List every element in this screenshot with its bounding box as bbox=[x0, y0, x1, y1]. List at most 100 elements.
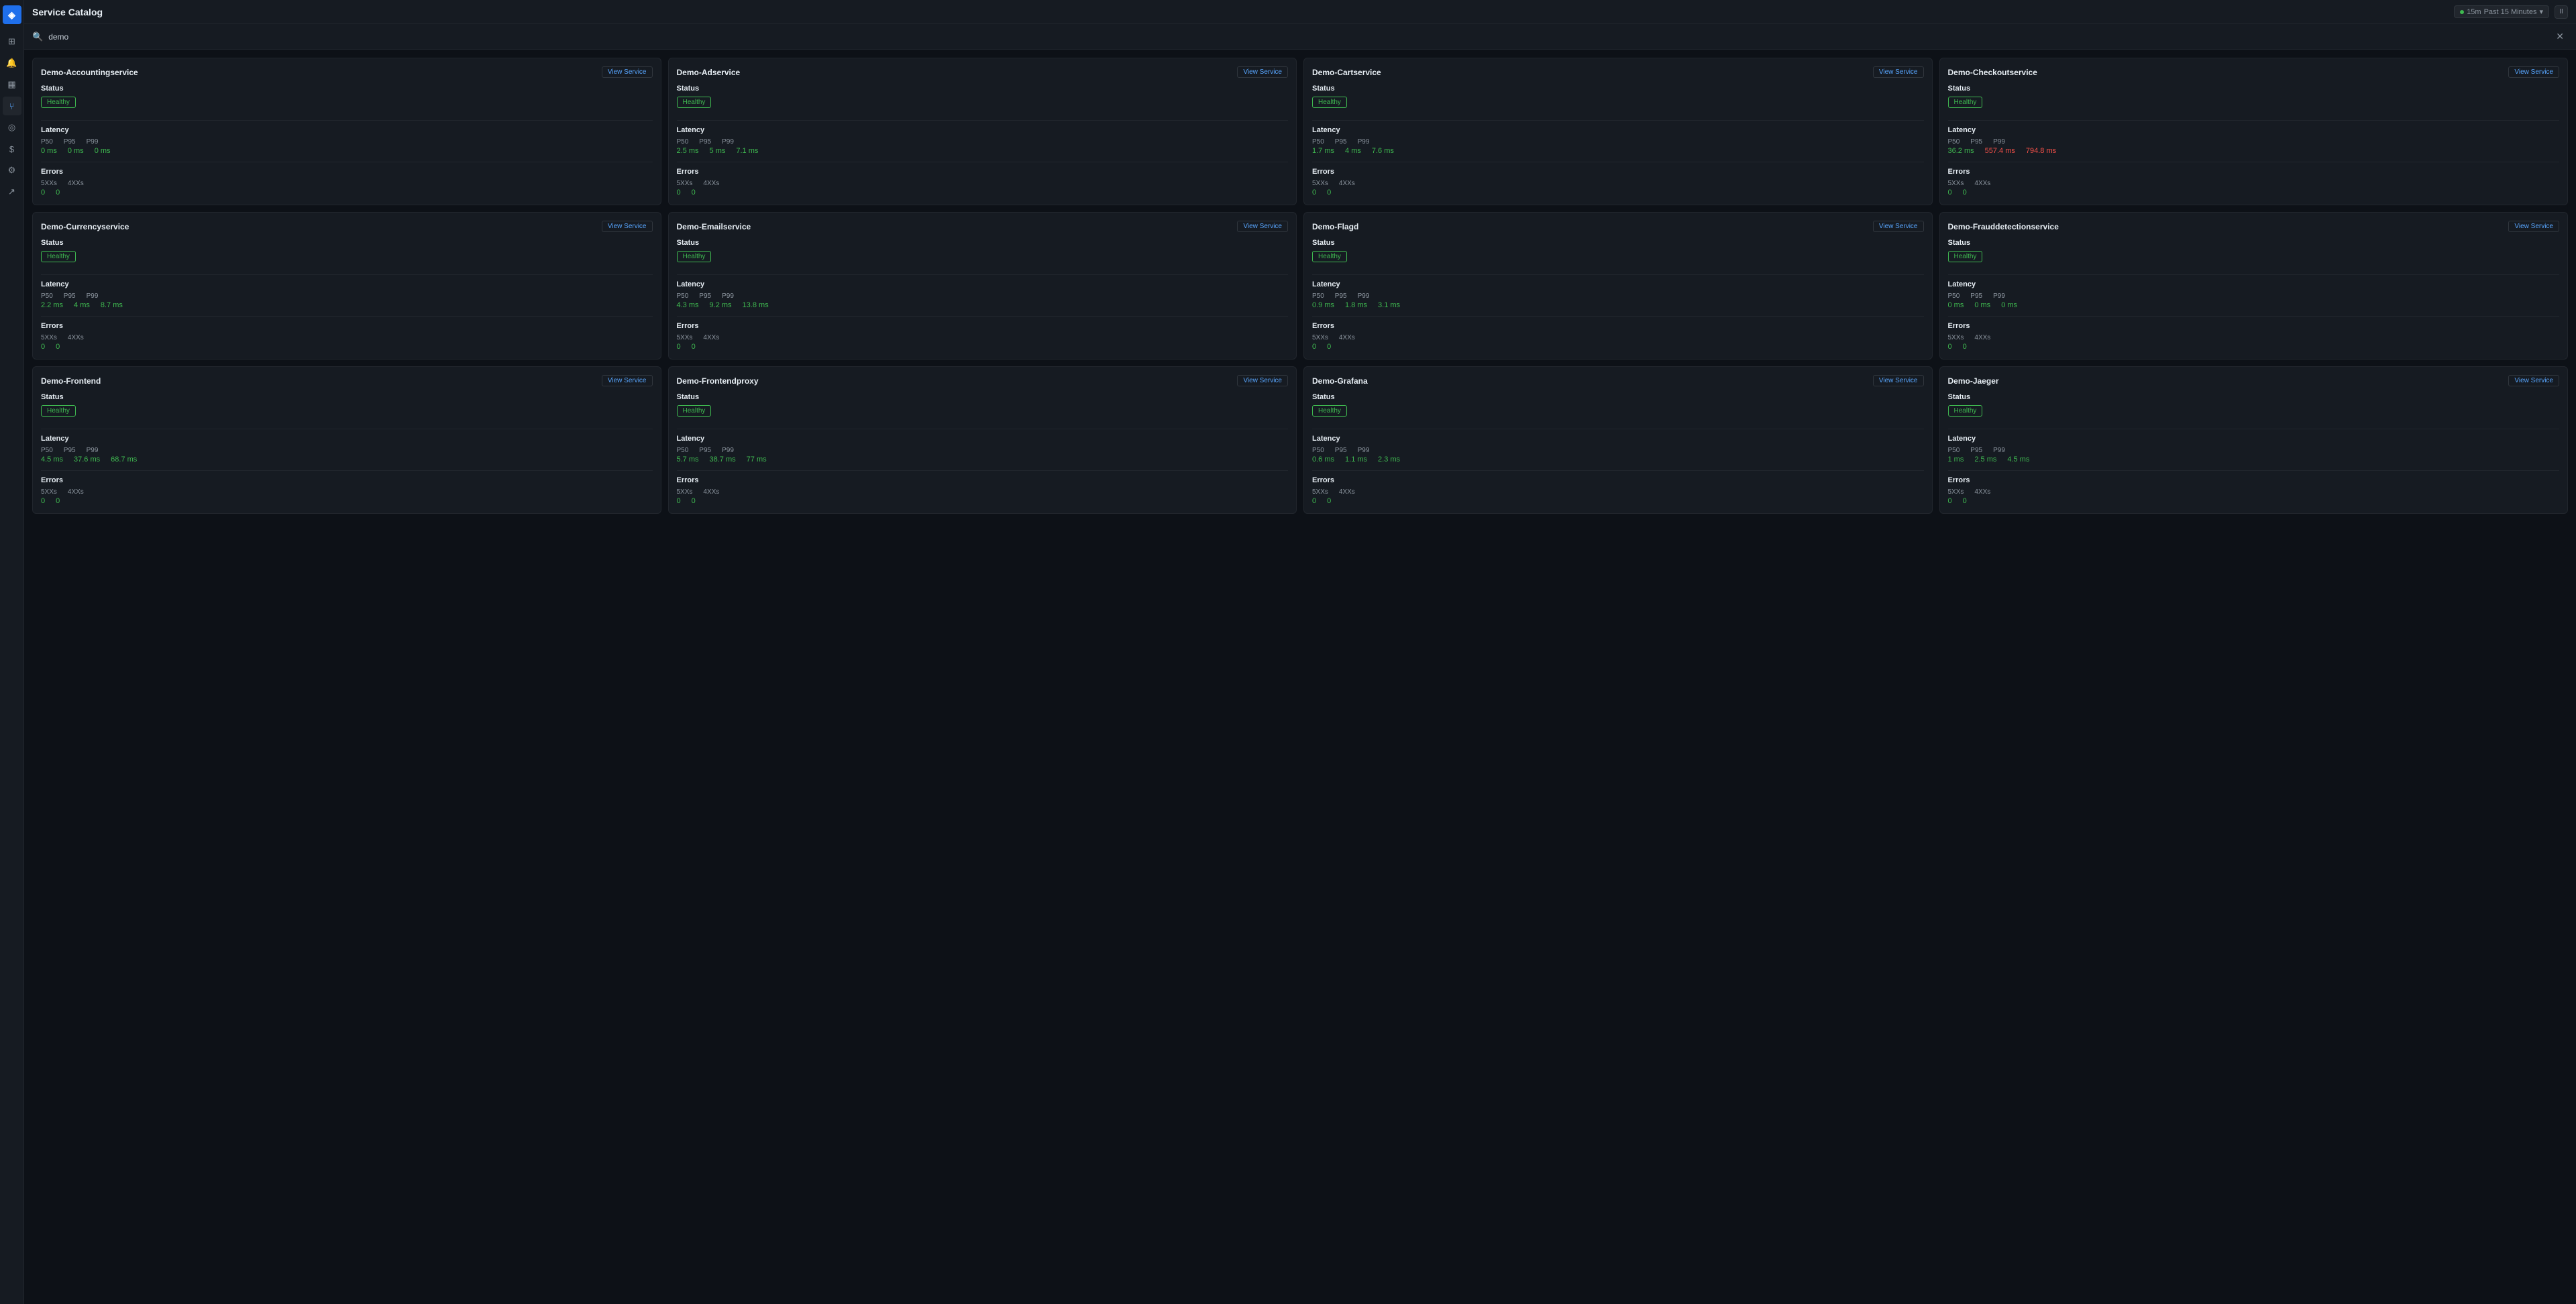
service-card: Demo-Currencyservice View Service Status… bbox=[32, 212, 661, 360]
p50-label: P50 bbox=[1948, 447, 1960, 454]
errors-headers: 5XXs 4XXs bbox=[41, 488, 653, 496]
view-service-button[interactable]: View Service bbox=[1873, 66, 1924, 78]
sidebar-item-chart[interactable]: ▦ bbox=[3, 75, 21, 94]
latency-headers: P50 P95 P99 bbox=[41, 138, 653, 146]
status-badge: Healthy bbox=[41, 251, 76, 262]
view-service-button[interactable]: View Service bbox=[1873, 221, 1924, 232]
4xx-value: 0 bbox=[692, 497, 696, 505]
latency-values: 0 ms 0 ms 0 ms bbox=[41, 147, 653, 155]
time-badge[interactable]: 15m Past 15 Minutes ▾ bbox=[2454, 5, 2549, 18]
divider bbox=[1948, 470, 2560, 471]
status-badge: Healthy bbox=[1312, 405, 1347, 417]
5xx-value: 0 bbox=[1948, 188, 1952, 197]
divider bbox=[1948, 274, 2560, 275]
view-service-button[interactable]: View Service bbox=[602, 66, 653, 78]
4xx-label: 4XXs bbox=[703, 334, 719, 341]
p95-value: 0 ms bbox=[68, 147, 84, 155]
sidebar-item-dollar[interactable]: $ bbox=[3, 140, 21, 158]
service-name: Demo-Emailservice bbox=[677, 222, 751, 231]
latency-headers: P50 P95 P99 bbox=[41, 447, 653, 454]
view-service-button[interactable]: View Service bbox=[2508, 221, 2559, 232]
latency-section: Latency P50 P95 P99 4.3 ms 9.2 ms 13.8 m… bbox=[677, 280, 1289, 309]
5xx-value: 0 bbox=[41, 188, 45, 197]
errors-label: Errors bbox=[677, 168, 1289, 176]
p99-label: P99 bbox=[1993, 447, 2005, 454]
4xx-value: 0 bbox=[692, 188, 696, 197]
5xx-label: 5XXs bbox=[41, 180, 57, 187]
service-card: Demo-Cartservice View Service Status Hea… bbox=[1303, 58, 1933, 205]
p50-value: 0 ms bbox=[1948, 301, 1964, 309]
errors-headers: 5XXs 4XXs bbox=[1312, 334, 1924, 341]
errors-values: 0 0 bbox=[1948, 497, 2560, 505]
divider bbox=[1312, 316, 1924, 317]
5xx-label: 5XXs bbox=[1312, 180, 1328, 187]
5xx-value: 0 bbox=[1948, 497, 1952, 505]
latency-values: 36.2 ms 557.4 ms 794.8 ms bbox=[1948, 147, 2560, 155]
view-service-button[interactable]: View Service bbox=[1873, 375, 1924, 386]
close-icon[interactable]: ✕ bbox=[2552, 30, 2568, 44]
status-label: Status bbox=[1948, 85, 2560, 93]
latency-label: Latency bbox=[677, 126, 1289, 134]
sidebar-item-grid[interactable]: ⊞ bbox=[3, 32, 21, 51]
service-name: Demo-Jaeger bbox=[1948, 376, 1999, 386]
5xx-label: 5XXs bbox=[1312, 334, 1328, 341]
divider bbox=[41, 120, 653, 121]
latency-label: Latency bbox=[677, 435, 1289, 443]
status-label: Status bbox=[1312, 85, 1924, 93]
p95-value: 1.8 ms bbox=[1345, 301, 1367, 309]
p99-value: 794.8 ms bbox=[2026, 147, 2056, 155]
latency-values: 2.5 ms 5 ms 7.1 ms bbox=[677, 147, 1289, 155]
sidebar-item-fork[interactable]: ⑂ bbox=[3, 97, 21, 115]
search-input[interactable] bbox=[48, 32, 2546, 42]
sidebar-item-bell[interactable]: 🔔 bbox=[3, 54, 21, 72]
p95-label: P95 bbox=[64, 292, 76, 300]
p95-label: P95 bbox=[699, 447, 711, 454]
view-service-button[interactable]: View Service bbox=[602, 221, 653, 232]
p95-label: P95 bbox=[64, 447, 76, 454]
p95-value: 1.1 ms bbox=[1345, 455, 1367, 464]
view-service-button[interactable]: View Service bbox=[2508, 375, 2559, 386]
view-service-button[interactable]: View Service bbox=[2508, 66, 2559, 78]
view-service-button[interactable]: View Service bbox=[602, 375, 653, 386]
p99-value: 0 ms bbox=[2001, 301, 2017, 309]
latency-headers: P50 P95 P99 bbox=[1312, 138, 1924, 146]
p95-label: P95 bbox=[699, 292, 711, 300]
errors-section: Errors 5XXs 4XXs 0 0 bbox=[41, 322, 653, 351]
5xx-label: 5XXs bbox=[1948, 334, 1964, 341]
p95-label: P95 bbox=[1335, 292, 1347, 300]
service-name: Demo-Accountingservice bbox=[41, 68, 138, 77]
5xx-label: 5XXs bbox=[1948, 488, 1964, 496]
4xx-value: 0 bbox=[1327, 188, 1331, 197]
p50-label: P50 bbox=[1312, 292, 1324, 300]
p95-value: 2.5 ms bbox=[1974, 455, 1996, 464]
p99-label: P99 bbox=[1358, 292, 1370, 300]
errors-label: Errors bbox=[41, 476, 653, 484]
status-badge: Healthy bbox=[41, 97, 76, 108]
service-card: Demo-Emailservice View Service Status He… bbox=[668, 212, 1297, 360]
sidebar-item-globe[interactable]: ◎ bbox=[3, 118, 21, 137]
latency-label: Latency bbox=[677, 280, 1289, 288]
view-service-button[interactable]: View Service bbox=[1237, 221, 1288, 232]
status-badge: Healthy bbox=[1312, 97, 1347, 108]
latency-section: Latency P50 P95 P99 2.2 ms 4 ms 8.7 ms bbox=[41, 280, 653, 309]
sidebar-item-arrow[interactable]: ↗ bbox=[3, 182, 21, 201]
status-badge: Healthy bbox=[1312, 251, 1347, 262]
view-service-button[interactable]: View Service bbox=[1237, 66, 1288, 78]
pause-button[interactable]: II bbox=[2555, 5, 2568, 19]
p50-label: P50 bbox=[677, 447, 689, 454]
latency-headers: P50 P95 P99 bbox=[1948, 447, 2560, 454]
service-card: Demo-Frontendproxy View Service Status H… bbox=[668, 366, 1297, 514]
view-service-button[interactable]: View Service bbox=[1237, 375, 1288, 386]
divider bbox=[677, 274, 1289, 275]
latency-values: 0.6 ms 1.1 ms 2.3 ms bbox=[1312, 455, 1924, 464]
divider bbox=[41, 274, 653, 275]
4xx-label: 4XXs bbox=[1339, 334, 1355, 341]
p50-label: P50 bbox=[677, 138, 689, 146]
errors-values: 0 0 bbox=[41, 188, 653, 197]
status-badge: Healthy bbox=[41, 405, 76, 417]
4xx-label: 4XXs bbox=[68, 180, 84, 187]
sidebar-item-gear[interactable]: ⚙ bbox=[3, 161, 21, 180]
errors-values: 0 0 bbox=[1948, 188, 2560, 197]
errors-label: Errors bbox=[1312, 322, 1924, 330]
p95-label: P95 bbox=[1970, 447, 1982, 454]
